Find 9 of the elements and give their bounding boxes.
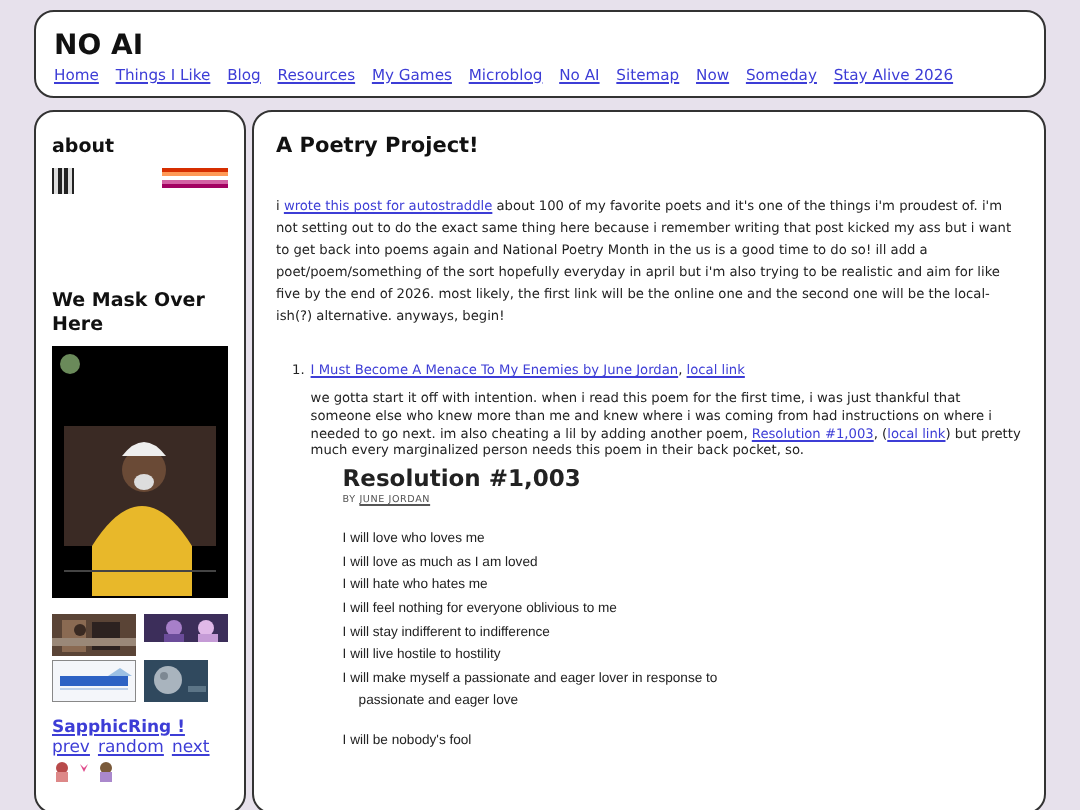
sidebar-heading: about: [52, 136, 117, 161]
webring-link[interactable]: next: [171, 737, 210, 758]
webring-link[interactable]: SapphicRing !: [52, 717, 228, 738]
poem-title: Resolution #1,003: [342, 468, 583, 491]
sidebar-heading: We Mask Over Here: [52, 290, 207, 338]
site-title: NO AI: [54, 30, 146, 64]
webring-link[interactable]: random: [97, 737, 164, 758]
webring-link[interactable]: prev: [52, 737, 90, 758]
post-title: A Poetry Project!: [276, 132, 481, 163]
